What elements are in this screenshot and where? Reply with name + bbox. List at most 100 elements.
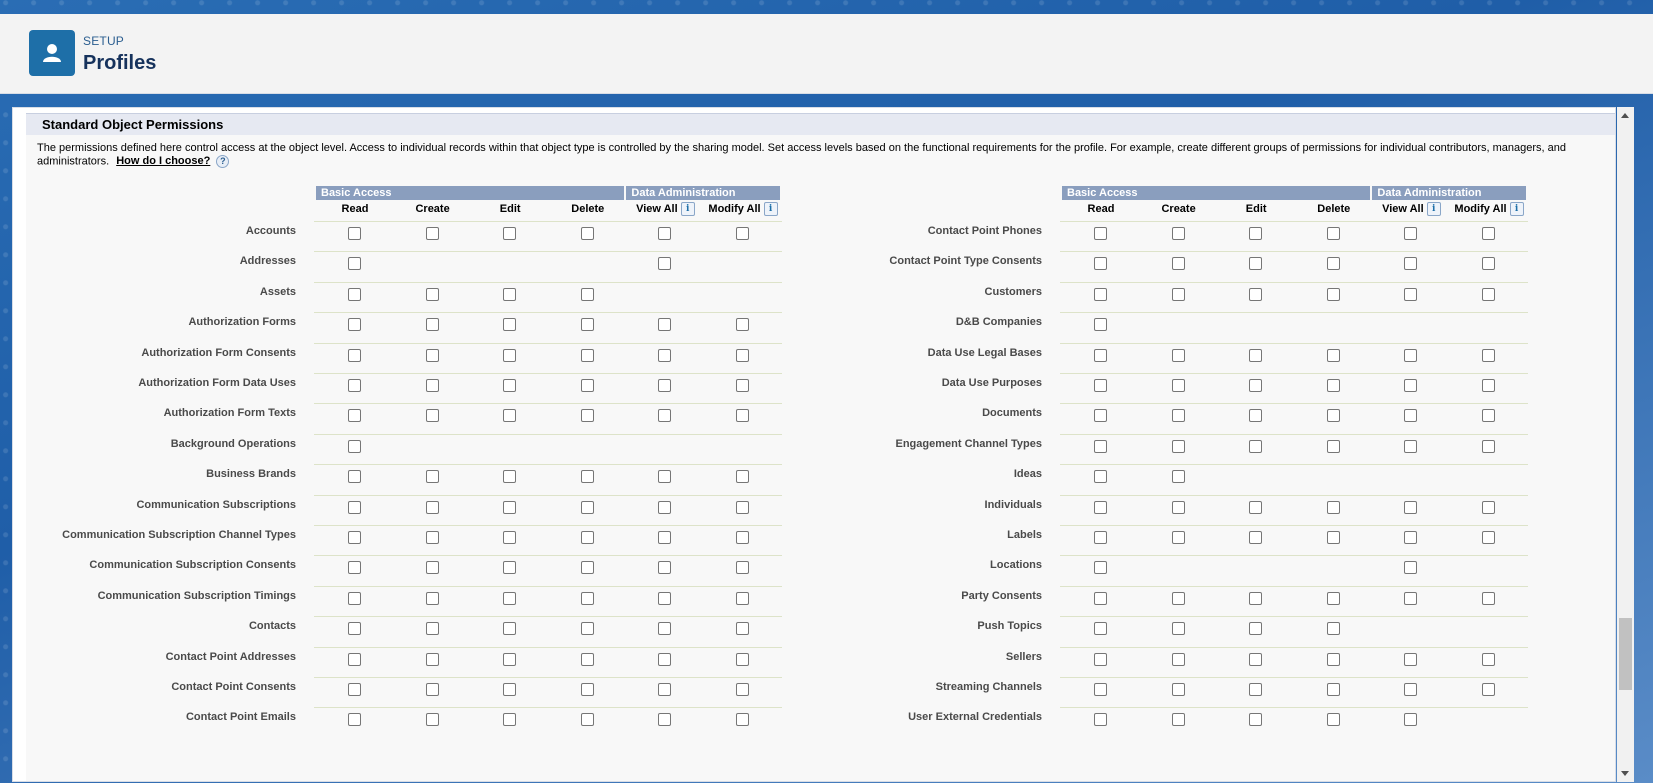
permission-checkbox-delete[interactable] <box>580 713 594 727</box>
permission-checkbox-modify-all[interactable] <box>1482 683 1495 696</box>
permission-checkbox-create[interactable] <box>425 500 439 514</box>
permission-checkbox-view-all[interactable] <box>1404 409 1418 423</box>
permission-checkbox-delete[interactable] <box>580 561 594 575</box>
permission-checkbox-create[interactable] <box>1171 348 1185 362</box>
permission-checkbox-create[interactable] <box>1171 227 1185 240</box>
info-icon[interactable]: i <box>680 202 695 217</box>
permission-checkbox-read[interactable] <box>1094 622 1107 636</box>
permission-checkbox-read[interactable] <box>1094 531 1107 544</box>
permission-checkbox-delete[interactable] <box>580 531 594 544</box>
permission-checkbox-create[interactable] <box>425 348 439 362</box>
permission-checkbox-modify-all[interactable] <box>1482 379 1495 392</box>
permission-checkbox-read[interactable] <box>1094 652 1107 666</box>
permission-checkbox-read[interactable] <box>1094 379 1107 392</box>
permission-checkbox-create[interactable] <box>425 713 439 727</box>
permission-checkbox-delete[interactable] <box>1326 500 1340 514</box>
permission-checkbox-create[interactable] <box>1171 591 1185 605</box>
permission-checkbox-create[interactable] <box>425 227 439 240</box>
permission-checkbox-create[interactable] <box>425 591 439 605</box>
permission-checkbox-modify-all[interactable] <box>736 622 749 636</box>
permission-checkbox-create[interactable] <box>425 470 439 484</box>
permission-checkbox-read[interactable] <box>1094 409 1107 423</box>
permission-checkbox-create[interactable] <box>1171 683 1185 696</box>
permission-checkbox-delete[interactable] <box>1326 622 1340 636</box>
permission-checkbox-view-all[interactable] <box>658 348 672 362</box>
permission-checkbox-read[interactable] <box>348 652 361 666</box>
info-icon[interactable]: i <box>1509 202 1524 217</box>
permission-checkbox-read[interactable] <box>348 409 361 423</box>
permission-checkbox-modify-all[interactable] <box>1482 439 1495 453</box>
permission-checkbox-delete[interactable] <box>580 500 594 514</box>
permission-checkbox-delete[interactable] <box>580 652 594 666</box>
permission-checkbox-edit[interactable] <box>1249 531 1263 544</box>
permission-checkbox-read[interactable] <box>1094 683 1107 696</box>
how-do-i-choose-link[interactable]: How do I choose? <box>116 155 210 167</box>
permission-checkbox-create[interactable] <box>1171 713 1185 727</box>
permission-checkbox-view-all[interactable] <box>1404 683 1418 696</box>
permission-checkbox-create[interactable] <box>425 287 439 301</box>
permission-checkbox-view-all[interactable] <box>658 622 672 636</box>
permission-checkbox-modify-all[interactable] <box>1482 591 1495 605</box>
permission-checkbox-delete[interactable] <box>1326 531 1340 544</box>
permission-checkbox-view-all[interactable] <box>658 652 672 666</box>
permission-checkbox-modify-all[interactable] <box>1482 652 1495 666</box>
permission-checkbox-delete[interactable] <box>580 683 594 696</box>
permission-checkbox-read[interactable] <box>348 348 361 362</box>
permission-checkbox-modify-all[interactable] <box>736 318 749 332</box>
permission-checkbox-modify-all[interactable] <box>736 713 749 727</box>
permission-checkbox-read[interactable] <box>1094 287 1107 301</box>
permission-checkbox-read[interactable] <box>1094 470 1107 484</box>
permission-checkbox-edit[interactable] <box>1249 500 1263 514</box>
permission-checkbox-view-all[interactable] <box>658 713 672 727</box>
permission-checkbox-create[interactable] <box>1171 257 1185 271</box>
permission-checkbox-edit[interactable] <box>503 287 517 301</box>
permission-checkbox-view-all[interactable] <box>1404 257 1418 271</box>
permission-checkbox-create[interactable] <box>1171 622 1185 636</box>
permission-checkbox-view-all[interactable] <box>1404 379 1418 392</box>
permission-checkbox-delete[interactable] <box>580 591 594 605</box>
permission-checkbox-delete[interactable] <box>580 227 594 240</box>
permission-checkbox-edit[interactable] <box>1249 683 1263 696</box>
permission-checkbox-edit[interactable] <box>503 531 517 544</box>
permission-checkbox-create[interactable] <box>1171 531 1185 544</box>
permission-checkbox-edit[interactable] <box>503 409 517 423</box>
permission-checkbox-read[interactable] <box>1094 713 1107 727</box>
permission-checkbox-delete[interactable] <box>1326 591 1340 605</box>
permission-checkbox-edit[interactable] <box>1249 591 1263 605</box>
permission-checkbox-delete[interactable] <box>1326 227 1340 240</box>
permission-checkbox-edit[interactable] <box>1249 257 1263 271</box>
permission-checkbox-modify-all[interactable] <box>736 591 749 605</box>
permission-checkbox-read[interactable] <box>348 439 361 453</box>
permission-checkbox-delete[interactable] <box>580 348 594 362</box>
permission-checkbox-edit[interactable] <box>503 348 517 362</box>
permission-checkbox-edit[interactable] <box>503 500 517 514</box>
permission-checkbox-view-all[interactable] <box>658 257 672 271</box>
permission-checkbox-modify-all[interactable] <box>1482 257 1495 271</box>
info-icon[interactable]: i <box>1426 202 1441 217</box>
permission-checkbox-edit[interactable] <box>503 622 517 636</box>
permission-checkbox-view-all[interactable] <box>1404 287 1418 301</box>
permission-checkbox-view-all[interactable] <box>658 531 672 544</box>
permission-checkbox-delete[interactable] <box>1326 348 1340 362</box>
permission-checkbox-edit[interactable] <box>1249 622 1263 636</box>
permission-checkbox-delete[interactable] <box>1326 257 1340 271</box>
scroll-thumb[interactable] <box>1619 618 1632 690</box>
scroll-up-arrow-icon[interactable] <box>1621 113 1629 118</box>
permission-checkbox-read[interactable] <box>348 713 361 727</box>
permission-checkbox-view-all[interactable] <box>1404 652 1418 666</box>
vertical-scrollbar[interactable] <box>1617 107 1634 782</box>
permission-checkbox-delete[interactable] <box>580 409 594 423</box>
permission-checkbox-modify-all[interactable] <box>736 652 749 666</box>
permission-checkbox-edit[interactable] <box>1249 348 1263 362</box>
permission-checkbox-modify-all[interactable] <box>736 227 749 240</box>
permission-checkbox-modify-all[interactable] <box>736 348 749 362</box>
permission-checkbox-create[interactable] <box>425 318 439 332</box>
permission-checkbox-edit[interactable] <box>503 470 517 484</box>
permission-checkbox-modify-all[interactable] <box>736 379 749 392</box>
permission-checkbox-view-all[interactable] <box>1404 439 1418 453</box>
permission-checkbox-create[interactable] <box>1171 379 1185 392</box>
permission-checkbox-view-all[interactable] <box>658 500 672 514</box>
permission-checkbox-delete[interactable] <box>1326 379 1340 392</box>
permission-checkbox-create[interactable] <box>1171 439 1185 453</box>
permission-checkbox-edit[interactable] <box>1249 227 1263 240</box>
